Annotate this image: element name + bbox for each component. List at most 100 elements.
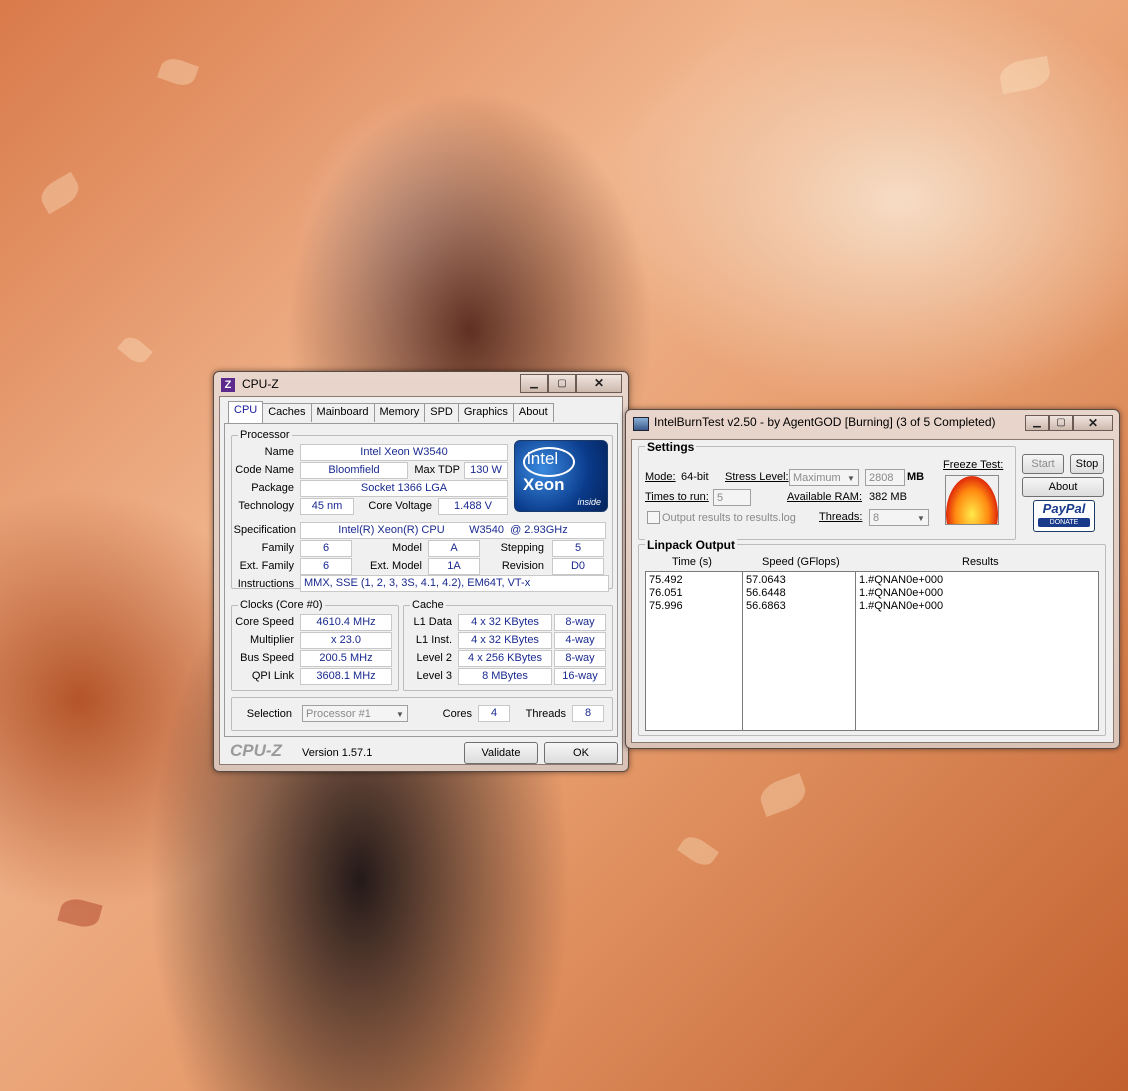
selection-label: Selection bbox=[246, 708, 292, 720]
tab-mainboard[interactable]: Mainboard bbox=[310, 403, 375, 422]
tab-about[interactable]: About bbox=[512, 403, 554, 422]
processor-group: Processor Name Intel Xeon W3540 Code Nam… bbox=[231, 429, 613, 592]
ext-model-label: Ext. Model bbox=[370, 560, 422, 572]
code-name-value: Bloomfield bbox=[300, 462, 408, 479]
memory-mb-input[interactable]: 2808 bbox=[865, 469, 905, 486]
cache-ways-value: 16-way bbox=[554, 668, 606, 685]
stop-button[interactable]: Stop bbox=[1070, 454, 1104, 474]
maximize-button[interactable]: ▢ bbox=[548, 374, 576, 393]
table-cell: 1.#QNAN0e+000 bbox=[859, 574, 944, 586]
times-to-run-input[interactable]: 5 bbox=[713, 489, 751, 506]
freeze-test-label: Freeze Test: bbox=[943, 459, 1004, 471]
name-value: Intel Xeon W3540 bbox=[300, 444, 508, 461]
cpuz-app-icon: Z bbox=[221, 378, 235, 392]
ibt-titlebar[interactable]: IntelBurnTest v2.50 - by AgentGOD [Burni… bbox=[632, 412, 1113, 434]
paypal-label: PayPal bbox=[1042, 501, 1086, 516]
cache-size-value: 4 x 32 KBytes bbox=[458, 614, 552, 631]
paypal-donate-button[interactable]: PayPal DONATE bbox=[1033, 500, 1095, 532]
start-button[interactable]: Start bbox=[1022, 454, 1064, 474]
table-cell: 57.0643 bbox=[746, 574, 786, 586]
core-voltage-value: 1.488 V bbox=[438, 498, 508, 515]
package-label: Package bbox=[251, 482, 294, 494]
cores-label: Cores bbox=[442, 708, 472, 720]
ibt-app-icon bbox=[633, 417, 649, 431]
code-name-label: Code Name bbox=[235, 464, 294, 476]
validate-button[interactable]: Validate bbox=[464, 742, 538, 764]
output-results-checkbox[interactable] bbox=[647, 511, 660, 524]
threads-label: Threads bbox=[525, 708, 566, 720]
revision-value: D0 bbox=[552, 558, 604, 575]
core-speed-value: 4610.4 MHz bbox=[300, 614, 392, 631]
model-label: Model bbox=[392, 542, 422, 554]
table-header-time[interactable]: Time (s) bbox=[672, 556, 712, 568]
ext-model-value: 1A bbox=[428, 558, 480, 575]
wallpaper-leaf bbox=[117, 332, 153, 368]
table-cell: 56.6863 bbox=[746, 600, 786, 612]
available-ram-label: Available RAM: bbox=[787, 491, 862, 503]
tab-caches[interactable]: Caches bbox=[262, 403, 312, 422]
ibt-client: Settings Mode: 64-bit Stress Level: Maxi… bbox=[631, 439, 1114, 743]
ok-button[interactable]: OK bbox=[544, 742, 618, 764]
ext-family-value: 6 bbox=[300, 558, 352, 575]
close-button[interactable]: ✕ bbox=[576, 374, 622, 393]
revision-label: Revision bbox=[501, 560, 544, 572]
settings-title: Settings bbox=[645, 440, 697, 454]
wallpaper-leaf bbox=[57, 895, 103, 931]
donate-label: DONATE bbox=[1038, 518, 1090, 527]
stepping-label: Stepping bbox=[500, 542, 544, 554]
stress-level-label: Stress Level: bbox=[725, 471, 789, 483]
table-cell: 75.996 bbox=[649, 600, 683, 612]
mode-label: Mode: bbox=[645, 471, 676, 483]
table-cell: 56.6448 bbox=[746, 587, 786, 599]
version-text: Version 1.57.1 bbox=[302, 747, 373, 759]
mode-value: 64-bit bbox=[681, 471, 709, 483]
cache-size-value: 4 x 256 KBytes bbox=[458, 650, 552, 667]
qpi-link-label: QPI Link bbox=[251, 670, 294, 682]
instructions-label: Instructions bbox=[237, 578, 294, 590]
stress-level-select[interactable]: Maximum ▼ bbox=[789, 469, 859, 486]
ext-family-label: Ext. Family bbox=[239, 560, 294, 572]
tab-page: Processor Name Intel Xeon W3540 Code Nam… bbox=[224, 423, 618, 737]
maximize-button[interactable]: ▢ bbox=[1049, 415, 1073, 431]
flame-icon[interactable] bbox=[945, 475, 999, 525]
package-value: Socket 1366 LGA bbox=[300, 480, 508, 497]
close-button[interactable]: ✕ bbox=[1073, 415, 1113, 431]
wallpaper-leaf bbox=[156, 54, 200, 90]
results-list[interactable]: Time (s) Speed (GFlops) Results 75.492 5… bbox=[645, 556, 1099, 731]
table-header-results[interactable]: Results bbox=[962, 556, 999, 568]
tab-graphics[interactable]: Graphics bbox=[457, 403, 514, 422]
max-tdp-label: Max TDP bbox=[414, 464, 460, 476]
tab-spd[interactable]: SPD bbox=[424, 403, 459, 422]
table-cell: 75.492 bbox=[649, 574, 683, 586]
bus-speed-label: Bus Speed bbox=[240, 652, 294, 664]
about-button[interactable]: About bbox=[1022, 477, 1104, 497]
cpuz-titlebar[interactable]: Z CPU-Z ▁ ▢ ✕ bbox=[220, 374, 622, 396]
table-cell: 1.#QNAN0e+000 bbox=[859, 600, 944, 612]
name-label: Name bbox=[264, 446, 294, 458]
cache-row-label: Level 3 bbox=[416, 670, 452, 682]
cache-ways-value: 4-way bbox=[554, 632, 606, 649]
cache-group-title: Cache bbox=[410, 599, 446, 611]
ibt-window: IntelBurnTest v2.50 - by AgentGOD [Burni… bbox=[625, 409, 1120, 749]
tab-memory[interactable]: Memory bbox=[373, 403, 426, 422]
wallpaper-leaf bbox=[756, 773, 810, 817]
selection-group: Selection Processor #1 ▼ Cores 4 Threads… bbox=[231, 697, 613, 731]
minimize-button[interactable]: ▁ bbox=[520, 374, 548, 393]
wallpaper-leaf bbox=[997, 55, 1053, 95]
output-results-label: Output results to results.log bbox=[662, 512, 796, 524]
cache-size-value: 8 MBytes bbox=[458, 668, 552, 685]
clocks-group: Clocks (Core #0) Core Speed 4610.4 MHz M… bbox=[231, 599, 399, 691]
table-header-speed[interactable]: Speed (GFlops) bbox=[762, 556, 840, 568]
tab-cpu[interactable]: CPU bbox=[228, 401, 264, 423]
cores-value: 4 bbox=[478, 705, 510, 722]
table-cell: 76.051 bbox=[649, 587, 683, 599]
family-label: Family bbox=[261, 542, 294, 554]
multiplier-value: x 23.0 bbox=[300, 632, 392, 649]
available-ram-value: 382 MB bbox=[869, 491, 907, 503]
wallpaper-leaf bbox=[36, 171, 84, 215]
chevron-down-icon: ▼ bbox=[917, 514, 925, 523]
minimize-button[interactable]: ▁ bbox=[1025, 415, 1049, 431]
processor-select[interactable]: Processor #1 ▼ bbox=[302, 705, 408, 722]
cpuz-footer-brand: CPU-Z bbox=[230, 741, 282, 760]
threads-select[interactable]: 8 ▼ bbox=[869, 509, 929, 526]
